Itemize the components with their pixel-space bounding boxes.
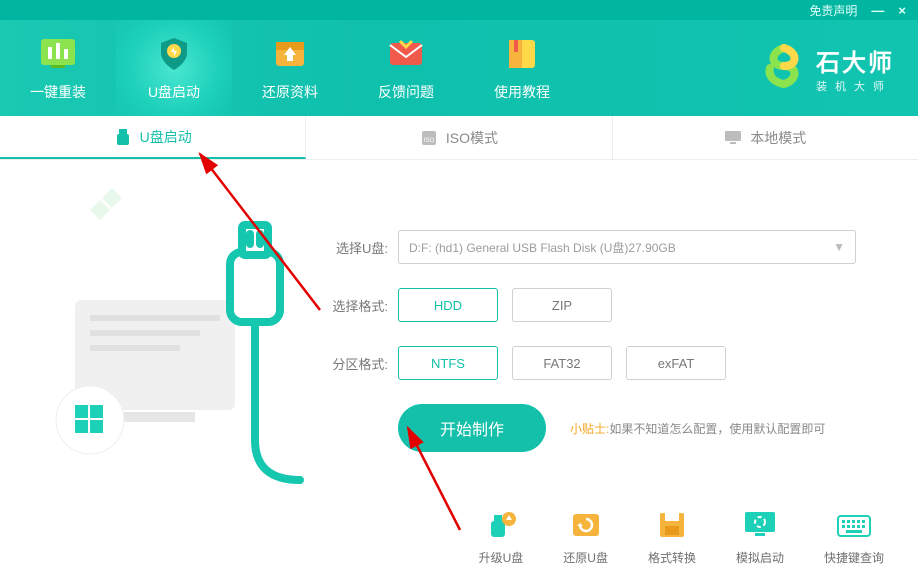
main-nav: 一键重装 U盘启动 还原资料 反馈问题 使用教程 石大师 装机大师: [0, 20, 918, 116]
tab-iso-mode[interactable]: ISO ISO模式: [306, 116, 612, 159]
brand-subtitle: 装机大师: [816, 78, 892, 94]
main-panel: 选择U盘: D:F: (hd1) General USB Flash Disk …: [0, 160, 918, 579]
partition-option-exfat[interactable]: exFAT: [626, 346, 726, 380]
nav-one-click-reinstall[interactable]: 一键重装: [0, 20, 116, 116]
restore-icon: [568, 507, 604, 543]
partition-option-ntfs[interactable]: NTFS: [398, 346, 498, 380]
nav-label: 一键重装: [30, 82, 86, 102]
usb-select-value: D:F: (hd1) General USB Flash Disk (U盘)27…: [409, 239, 676, 256]
tool-format-convert[interactable]: 格式转换: [648, 507, 696, 566]
usb-icon: [114, 128, 132, 146]
config-form: 选择U盘: D:F: (hd1) General USB Flash Disk …: [316, 230, 856, 452]
monitor-loading-icon: [742, 507, 778, 543]
close-button[interactable]: ×: [898, 3, 906, 18]
tip-text: 小贴士:如果不知道怎么配置，使用默认配置即可: [570, 420, 825, 437]
tool-label: 升级U盘: [479, 549, 524, 566]
tab-label: U盘启动: [140, 127, 192, 147]
usb-select[interactable]: D:F: (hd1) General USB Flash Disk (U盘)27…: [398, 230, 856, 264]
brand-title: 石大师: [816, 43, 894, 78]
iso-icon: ISO: [420, 129, 438, 147]
book-icon: [500, 34, 544, 74]
tip-prefix: 小贴士:: [570, 422, 609, 436]
tab-label: ISO模式: [446, 128, 498, 148]
format-option-hdd[interactable]: HDD: [398, 288, 498, 322]
nav-feedback[interactable]: 反馈问题: [348, 20, 464, 116]
nav-label: 使用教程: [494, 82, 550, 102]
svg-text:ISO: ISO: [424, 138, 435, 144]
bottom-toolbar: 升级U盘 还原U盘 格式转换 模拟启动 快捷键查询: [0, 493, 918, 579]
start-button[interactable]: 开始制作: [398, 404, 546, 452]
tool-upgrade-usb[interactable]: 升级U盘: [479, 507, 524, 566]
format-option-zip[interactable]: ZIP: [512, 288, 612, 322]
nav-usb-boot[interactable]: U盘启动: [116, 20, 232, 116]
tab-label: 本地模式: [750, 128, 806, 148]
tool-label: 格式转换: [648, 549, 696, 566]
tool-label: 模拟启动: [736, 549, 784, 566]
nav-label: 还原资料: [262, 82, 318, 102]
minimize-button[interactable]: —: [871, 3, 884, 18]
tab-usb-boot[interactable]: U盘启动: [0, 116, 306, 159]
nav-restore-data[interactable]: 还原资料: [232, 20, 348, 116]
tab-local-mode[interactable]: 本地模式: [613, 116, 918, 159]
upload-box-icon: [268, 34, 312, 74]
tool-simulate-boot[interactable]: 模拟启动: [736, 507, 784, 566]
partition-option-fat32[interactable]: FAT32: [512, 346, 612, 380]
nav-label: 反馈问题: [378, 82, 434, 102]
tool-label: 还原U盘: [563, 549, 608, 566]
partition-label: 分区格式:: [316, 354, 388, 373]
brand-logo-icon: [762, 44, 806, 93]
format-label: 选择格式:: [316, 296, 388, 315]
title-bar: 免责声明 — ×: [0, 0, 918, 20]
tool-restore-usb[interactable]: 还原U盘: [563, 507, 608, 566]
nav-tutorial[interactable]: 使用教程: [464, 20, 580, 116]
shield-icon: [152, 34, 196, 74]
keyboard-icon: [836, 507, 872, 543]
usb-illustration: [20, 190, 290, 490]
monitor-icon: [724, 129, 742, 147]
disclaimer-link[interactable]: 免责声明: [809, 2, 857, 19]
tool-label: 快捷键查询: [824, 549, 884, 566]
usb-up-icon: [483, 507, 519, 543]
usb-select-label: 选择U盘:: [316, 238, 388, 257]
chart-icon: [36, 34, 80, 74]
floppy-icon: [654, 507, 690, 543]
nav-label: U盘启动: [148, 82, 200, 102]
chevron-down-icon: ▼: [833, 240, 845, 254]
sub-tabs: U盘启动 ISO ISO模式 本地模式: [0, 116, 918, 160]
envelope-icon: [384, 34, 428, 74]
brand: 石大师 装机大师: [762, 20, 918, 116]
tool-hotkey-query[interactable]: 快捷键查询: [824, 507, 884, 566]
